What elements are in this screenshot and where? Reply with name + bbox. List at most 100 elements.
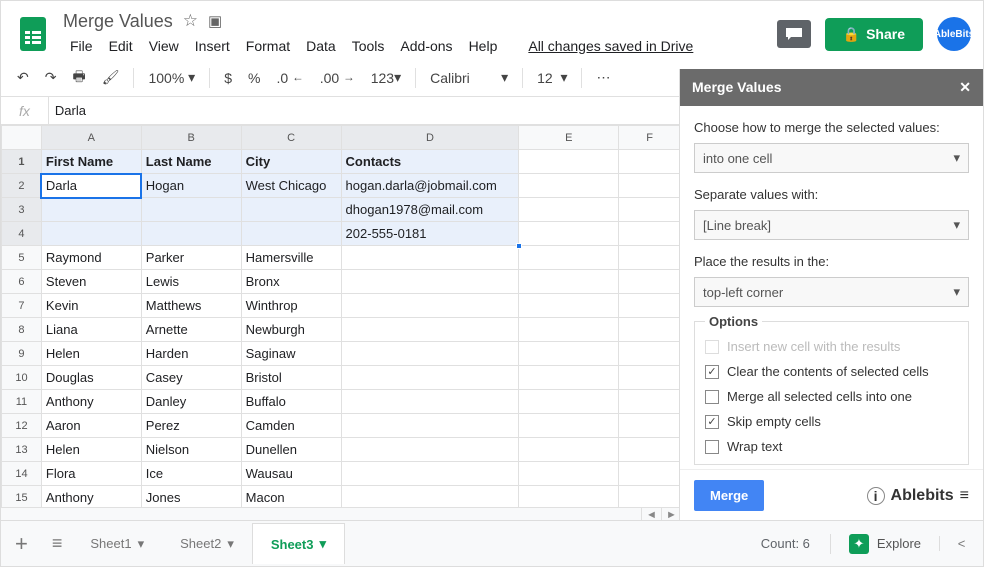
cell[interactable] (619, 270, 681, 294)
cell[interactable]: Bronx (241, 270, 341, 294)
cell[interactable] (519, 486, 619, 510)
account-avatar[interactable]: AbleBits (937, 17, 971, 51)
menu-view[interactable]: View (142, 34, 186, 58)
cell[interactable] (519, 222, 619, 246)
cell[interactable]: Helen (41, 438, 141, 462)
cell[interactable]: Liana (41, 318, 141, 342)
selection-handle[interactable] (516, 243, 522, 249)
doc-title[interactable]: Merge Values (63, 11, 173, 32)
info-icon[interactable]: i (867, 487, 885, 505)
zoom-select[interactable]: 100% ▾ (142, 65, 201, 90)
cell[interactable] (341, 462, 519, 486)
font-size[interactable]: 12 ▾ (531, 65, 573, 90)
row-header[interactable]: 8 (2, 318, 42, 342)
cell[interactable]: First Name (41, 150, 141, 174)
cell[interactable]: Camden (241, 414, 341, 438)
close-icon[interactable]: ✕ (959, 79, 971, 96)
menu-help[interactable]: Help (462, 34, 505, 58)
menu-tools[interactable]: Tools (345, 34, 392, 58)
row-header[interactable]: 1 (2, 150, 42, 174)
place-results-select[interactable]: top-left corner▾ (694, 277, 969, 307)
horizontal-scrollbar[interactable]: ◄► (1, 507, 681, 521)
cell[interactable] (519, 246, 619, 270)
formula-input[interactable]: Darla (48, 97, 86, 124)
col-header-f[interactable]: F (619, 126, 681, 150)
cell[interactable] (341, 486, 519, 510)
cell[interactable]: Lewis (141, 270, 241, 294)
cell[interactable] (619, 390, 681, 414)
cell[interactable]: Ice (141, 462, 241, 486)
undo-icon[interactable]: ↶ (11, 65, 35, 90)
redo-icon[interactable]: ↷ (39, 65, 63, 90)
col-header-d[interactable]: D (341, 126, 519, 150)
row-header[interactable]: 10 (2, 366, 42, 390)
cell[interactable] (619, 150, 681, 174)
col-header-a[interactable]: A (41, 126, 141, 150)
cell[interactable]: Contacts (341, 150, 519, 174)
cell[interactable] (341, 294, 519, 318)
cell[interactable] (519, 366, 619, 390)
toolbar-more-icon[interactable]: ⋯ (590, 65, 616, 90)
font-select[interactable]: Calibri▾ (424, 65, 514, 90)
cell[interactable]: Casey (141, 366, 241, 390)
menu-data[interactable]: Data (299, 34, 343, 58)
cell[interactable]: Winthrop (241, 294, 341, 318)
cell[interactable]: Hamersville (241, 246, 341, 270)
cell[interactable]: Buffalo (241, 390, 341, 414)
cell[interactable]: Helen (41, 342, 141, 366)
row-header[interactable]: 5 (2, 246, 42, 270)
cell[interactable]: Dunellen (241, 438, 341, 462)
cell[interactable] (341, 342, 519, 366)
cell[interactable]: Harden (141, 342, 241, 366)
cell[interactable] (619, 342, 681, 366)
cell[interactable]: Aaron (41, 414, 141, 438)
cell[interactable] (241, 198, 341, 222)
cell[interactable]: Saginaw (241, 342, 341, 366)
cell[interactable]: Arnette (141, 318, 241, 342)
tab-sheet3[interactable]: Sheet3▾ (252, 523, 345, 564)
cell[interactable] (619, 294, 681, 318)
cell[interactable]: Hogan (141, 174, 241, 198)
cell[interactable] (519, 150, 619, 174)
cell[interactable] (519, 390, 619, 414)
menu-addons[interactable]: Add-ons (393, 34, 459, 58)
cell[interactable] (519, 462, 619, 486)
row-header[interactable]: 7 (2, 294, 42, 318)
cell[interactable] (341, 318, 519, 342)
tab-sheet2[interactable]: Sheet2▾ (162, 524, 252, 564)
cell[interactable] (619, 246, 681, 270)
cell[interactable]: Steven (41, 270, 141, 294)
menu-format[interactable]: Format (239, 34, 297, 58)
cell[interactable]: Douglas (41, 366, 141, 390)
cell[interactable]: Matthews (141, 294, 241, 318)
cell[interactable]: Nielson (141, 438, 241, 462)
save-status[interactable]: All changes saved in Drive (521, 34, 700, 58)
opt-wrap-text[interactable]: Wrap text (705, 439, 958, 454)
col-header-b[interactable]: B (141, 126, 241, 150)
merge-how-select[interactable]: into one cell▾ (694, 143, 969, 173)
all-sheets-icon[interactable]: ≡ (42, 533, 73, 554)
row-header[interactable]: 11 (2, 390, 42, 414)
cell[interactable]: dhogan1978@mail.com (341, 198, 519, 222)
cell[interactable]: Raymond (41, 246, 141, 270)
format-more[interactable]: 123▾ (365, 65, 407, 90)
cell[interactable] (619, 414, 681, 438)
cell[interactable] (519, 198, 619, 222)
cell[interactable] (519, 294, 619, 318)
side-panel-toggle[interactable]: < (939, 536, 983, 551)
sheets-logo[interactable] (13, 14, 53, 54)
move-icon[interactable]: ▣ (208, 12, 222, 30)
star-icon[interactable]: ☆ (183, 11, 198, 31)
cell[interactable] (341, 438, 519, 462)
cell[interactable]: Danley (141, 390, 241, 414)
explore-button[interactable]: ✦ Explore (830, 534, 939, 554)
share-button[interactable]: 🔒 Share (825, 18, 923, 51)
cell[interactable] (619, 366, 681, 390)
selection-count[interactable]: Count: 6 (741, 536, 830, 551)
menu-insert[interactable]: Insert (188, 34, 237, 58)
cell[interactable]: hogan.darla@jobmail.com (341, 174, 519, 198)
cell[interactable]: Wausau (241, 462, 341, 486)
print-icon[interactable]: 🖶 (66, 62, 91, 94)
cell[interactable]: Flora (41, 462, 141, 486)
menu-edit[interactable]: Edit (102, 34, 140, 58)
